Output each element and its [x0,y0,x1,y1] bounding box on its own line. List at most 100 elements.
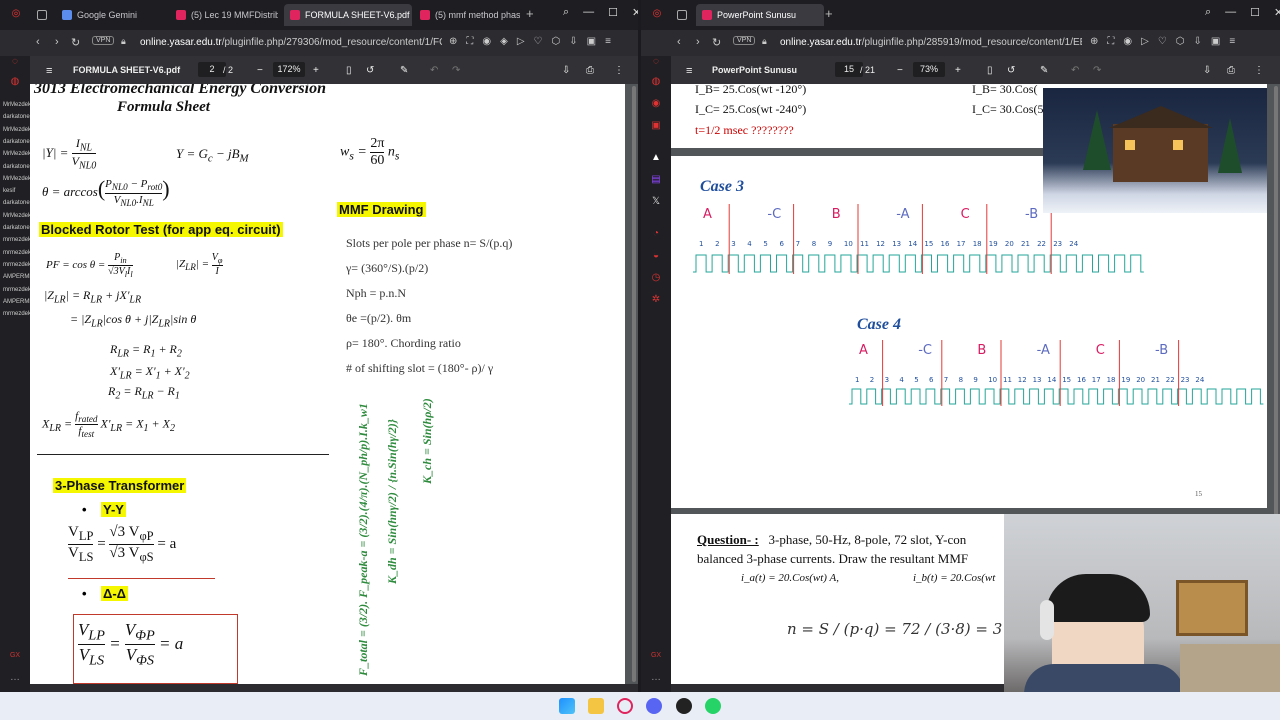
fit-page-icon[interactable]: ▯ [987,65,993,76]
close-window-icon[interactable]: ✕ [632,6,638,19]
redo-icon[interactable]: ↷ [452,65,460,76]
twitch-icon[interactable]: ▤ [650,174,662,186]
search-icon[interactable]: ⌕ [563,6,569,19]
redo-icon[interactable]: ↷ [1093,65,1101,76]
instagram-icon[interactable]: ◍ [650,76,662,88]
draw-icon[interactable]: ✎ [400,65,408,76]
back-icon[interactable]: ‹ [677,36,681,48]
zoom-out-button[interactable]: − [897,65,903,76]
menu-icon[interactable]: ≡ [1229,36,1235,47]
menu-icon[interactable]: ≡ [46,65,52,77]
new-tab-button[interactable]: + [825,6,833,21]
crop-icon[interactable]: ⛶ [1107,36,1114,47]
x-twitter-icon[interactable]: 𝕏 [650,196,662,208]
menu-icon[interactable]: ≡ [686,65,692,77]
wallet-icon[interactable]: ▣ [1211,36,1220,47]
more-icon[interactable]: … [650,672,662,684]
settings-icon[interactable]: ✲ [650,294,662,306]
new-tab-button[interactable]: + [526,6,534,21]
maximize-icon[interactable]: ☐ [608,6,618,19]
download-icon[interactable]: ⇩ [1203,65,1211,76]
aria-icon[interactable]: ◌ [9,56,21,68]
obs-icon[interactable] [676,698,692,714]
zoom-out-button[interactable]: − [257,65,263,76]
messenger-icon[interactable]: ◉ [650,98,662,110]
tab-lecture-video[interactable]: (5) Lec 19 MMFDistrib [170,4,278,26]
extensions-icon[interactable]: ⬡ [552,36,561,47]
print-icon[interactable]: ⎙ [1227,65,1235,76]
file-explorer-icon[interactable] [588,698,604,714]
tab-powerpoint[interactable]: PowerPoint Sunusu ✕ [696,4,824,26]
tab-mmf-video[interactable]: (5) mmf method phas [414,4,520,26]
chat-icon[interactable]: ▣ [650,120,662,132]
page-number-input[interactable]: 2 [198,62,226,77]
zoom-level-input[interactable]: 73% [913,62,945,77]
download-icon[interactable]: ⇩ [569,36,577,47]
messenger-icon[interactable]: ◍ [9,76,21,88]
zoom-level-input[interactable]: 172% [273,62,305,77]
opera-logo-icon[interactable]: ◎ [10,8,22,20]
camera-icon[interactable]: ◉ [482,36,491,47]
maximize-icon[interactable]: ☐ [1250,6,1260,19]
close-window-icon[interactable]: ✕ [1274,6,1280,19]
url-field[interactable]: online.yasar.edu.tr/pluginfile.php/28591… [780,37,1082,48]
back-icon[interactable]: ‹ [36,36,40,48]
rotate-icon[interactable]: ↺ [366,65,374,76]
aria-ai-icon[interactable]: ▲ [650,152,662,164]
forward-icon[interactable]: › [696,36,700,48]
page-number-input[interactable]: 15 [835,62,863,77]
downloads-icon[interactable]: ◒ [650,250,662,262]
download-icon[interactable]: ⇩ [562,65,570,76]
lock-icon[interactable]: 🔒︎ [121,36,126,47]
forward-icon[interactable]: › [55,36,59,48]
search-icon[interactable]: ⌕ [1205,6,1211,19]
vpn-badge[interactable]: VPN [92,36,115,45]
whatsapp-icon[interactable] [705,698,721,714]
zoom-icon[interactable]: ⊕ [1090,36,1098,47]
heart-icon[interactable]: ♡ [1158,36,1167,47]
zoom-in-button[interactable]: + [955,65,961,76]
scrollbar[interactable] [632,86,636,682]
play-icon[interactable]: ▷ [1141,36,1149,47]
video-overlay-scene[interactable] [1043,88,1267,213]
workspace-icon[interactable] [677,10,687,20]
aria-icon[interactable]: ◌ [650,56,662,68]
play-icon[interactable]: ▷ [517,36,525,47]
gx-icon[interactable]: GX [650,652,662,664]
print-icon[interactable]: ⎙ [586,65,594,76]
shield-icon[interactable]: ◈ [500,36,508,47]
discord-icon[interactable] [646,698,662,714]
history-icon[interactable]: ◔ [650,228,662,240]
rotate-icon[interactable]: ↺ [1007,65,1015,76]
tab-gemini[interactable]: Google Gemini [56,4,166,26]
minimize-icon[interactable]: — [1225,6,1236,19]
undo-icon[interactable]: ↶ [430,65,438,76]
minimize-icon[interactable]: — [583,6,594,19]
more-icon[interactable]: … [9,672,21,684]
more-options-icon[interactable]: ⋮ [1254,65,1264,76]
opera-logo-icon[interactable]: ◎ [651,8,663,20]
windows-start-icon[interactable] [559,698,575,714]
tab-formula-sheet[interactable]: FORMULA SHEET-V6.pdf ✕ [284,4,412,26]
menu-icon[interactable]: ≡ [605,36,611,47]
gx-icon[interactable]: GX [9,652,21,664]
workspace-icon[interactable] [37,10,47,20]
webcam-overlay[interactable] [1004,514,1280,692]
vpn-badge[interactable]: VPN [733,36,756,45]
heart-icon[interactable]: ♡ [534,36,543,47]
camera-icon[interactable]: ◉ [1123,36,1132,47]
zoom-in-button[interactable]: + [313,65,319,76]
reload-icon[interactable]: ↻ [712,36,721,49]
url-field[interactable]: online.yasar.edu.tr/pluginfile.php/27930… [140,37,442,48]
download-icon[interactable]: ⇩ [1194,36,1202,47]
zoom-icon[interactable]: ⊕ [449,36,457,47]
clock-icon[interactable]: ◷ [650,272,662,284]
wallet-icon[interactable]: ▣ [587,36,596,47]
reload-icon[interactable]: ↻ [71,36,80,49]
undo-icon[interactable]: ↶ [1071,65,1079,76]
pdf-viewer[interactable]: 3013 Electromechanical Energy Conversion… [30,84,638,684]
more-options-icon[interactable]: ⋮ [614,65,624,76]
crop-icon[interactable]: ⛶ [466,36,473,47]
opera-gx-icon[interactable] [617,698,633,714]
lock-icon[interactable]: 🔒︎ [762,36,767,47]
